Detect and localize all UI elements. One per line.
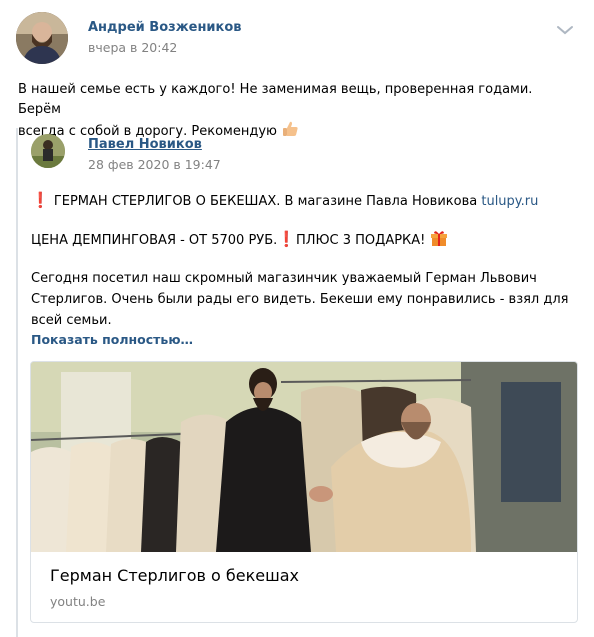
repost-price-text: ЦЕНА ДЕМПИНГОВАЯ - ОТ 5700 РУБ.	[31, 233, 278, 248]
gift-icon	[430, 231, 447, 246]
exclamation-icon: ❗	[31, 191, 50, 209]
video-title[interactable]: Герман Стерлигов о бекешах	[50, 566, 299, 585]
tulupy-link[interactable]: tulupy.ru	[481, 194, 538, 209]
repost-body: Сегодня посетил наш скромный магазинчик …	[31, 268, 571, 331]
video-domain: youtu.be	[50, 594, 106, 609]
repost-body-line-2: Стерлигов. Очень были рады его видеть. Б…	[31, 292, 569, 307]
chevron-down-icon[interactable]	[556, 24, 574, 36]
post-text: В нашей семье есть у каждого! Не заменим…	[18, 80, 578, 142]
show-more-link[interactable]: Показать полностью…	[31, 332, 193, 347]
repost-body-line-1: Сегодня посетил наш скромный магазинчик …	[31, 271, 537, 286]
repost-body-line-3: всей семьи.	[31, 313, 112, 328]
repost-gifts-text: ПЛЮС 3 ПОДАРКА!	[295, 233, 426, 248]
post-text-line-1: В нашей семье есть у каждого! Не заменим…	[18, 82, 533, 117]
repost-headline: ❗ ГЕРМАН СТЕРЛИГОВ О БЕКЕШАХ. В магазине…	[31, 190, 538, 212]
repost-author-avatar[interactable]	[31, 134, 65, 168]
thumbs-up-icon	[283, 121, 298, 136]
video-thumbnail[interactable]	[31, 362, 577, 552]
exclamation-icon: ❗	[277, 230, 296, 248]
repost-headline-text: ГЕРМАН СТЕРЛИГОВ О БЕКЕШАХ. В магазине П…	[53, 194, 478, 209]
repost-author-name[interactable]: Павел Новиков	[88, 137, 202, 152]
repost-divider	[16, 128, 18, 637]
repost-price-line: ЦЕНА ДЕМПИНГОВАЯ - ОТ 5700 РУБ.❗ПЛЮС 3 П…	[31, 229, 448, 251]
post-time[interactable]: вчера в 20:42	[88, 40, 177, 55]
video-link-card[interactable]: Герман Стерлигов о бекешах youtu.be	[30, 361, 578, 623]
author-avatar[interactable]	[16, 12, 68, 64]
repost-time[interactable]: 28 фев 2020 в 19:47	[88, 157, 221, 172]
author-name[interactable]: Андрей Возжеников	[88, 20, 242, 35]
